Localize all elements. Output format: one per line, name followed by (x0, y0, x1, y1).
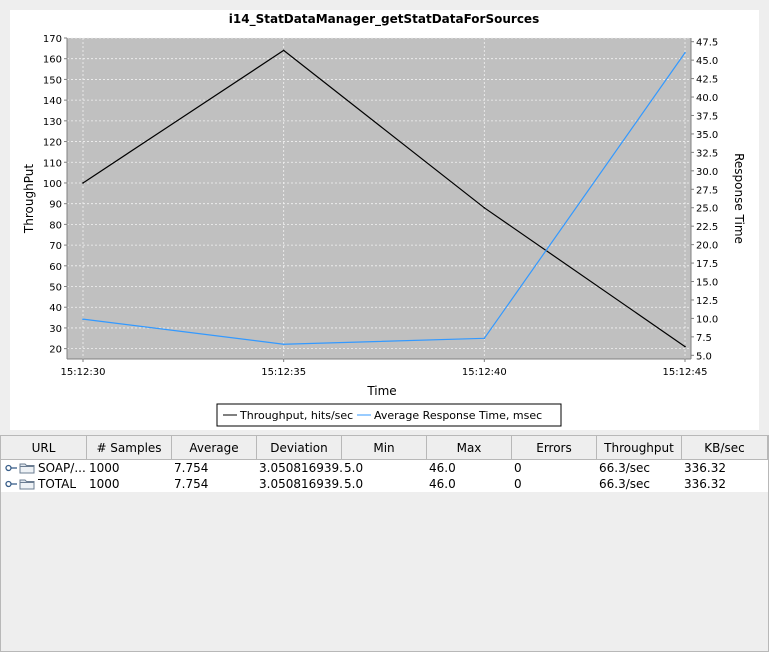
y-tick-label: 80 (49, 220, 62, 231)
table-empty-area (1, 492, 768, 651)
column-header-average[interactable]: Average (172, 436, 257, 460)
cell-errors: 0 (514, 477, 522, 491)
y-tick-label: 110 (43, 158, 62, 169)
table-body: SOAP/... 1000 7.754 3.050816939... 5.0 46.0 0 6… (1, 460, 768, 492)
line-chart: i14_StatDataManager_getStatDataForSource… (22, 12, 746, 427)
y2-tick-label: 35.0 (696, 130, 718, 141)
y2-tick-label: 27.5 (696, 185, 718, 196)
x-tick-label: 15:12:30 (61, 367, 106, 378)
column-header-deviation[interactable]: Deviation (257, 436, 342, 460)
y-axis-label: ThroughPut (22, 164, 36, 234)
y2-tick-label: 12.5 (696, 296, 718, 307)
y2-tick-label: 42.5 (696, 75, 718, 86)
x-tick-label: 15:12:40 (462, 367, 507, 378)
cell-max: 46.0 (429, 477, 456, 491)
series-2-point (282, 343, 285, 346)
cell-average: 7.754 (174, 477, 209, 491)
y-tick-label: 160 (43, 55, 62, 66)
series-2-point (82, 318, 84, 320)
y2-tick-label: 37.5 (696, 111, 718, 122)
series-1-point (684, 345, 686, 348)
y2-tick-label: 5.0 (696, 351, 712, 362)
y2-tick-label: 22.5 (696, 222, 718, 233)
x-axis-label: Time (366, 384, 396, 398)
y2-axis-label: Response Time (732, 153, 746, 244)
y-tick-label: 90 (49, 200, 62, 211)
cell-deviation: 3.050816939... (259, 477, 342, 491)
y2-tick-label: 7.5 (696, 333, 712, 344)
folder-icon (19, 479, 35, 490)
table-row[interactable]: SOAP/... 1000 7.754 3.050816939... 5.0 46.0 0 6… (1, 460, 768, 476)
cell-throughput: 66.3/sec (599, 477, 650, 491)
y2-tick-label: 47.5 (696, 38, 718, 49)
y2-tick-label: 15.0 (696, 278, 718, 289)
y2-tick-label: 20.0 (696, 241, 718, 252)
legend-label-1: Throughput, hits/sec (239, 409, 353, 422)
cell-samples: 1000 (89, 461, 120, 475)
tree-handle-icon[interactable] (5, 479, 19, 489)
y-tick-label: 150 (43, 75, 62, 86)
table-header: URL # Samples Average Deviation Min Max Errors… (1, 436, 768, 460)
y-tick-label: 20 (49, 345, 62, 356)
column-header-samples[interactable]: # Samples (87, 436, 172, 460)
y-tick-label: 70 (49, 241, 62, 252)
column-header-kb-sec[interactable]: KB/sec (682, 436, 768, 460)
x-tick-label: 15:12:35 (261, 367, 306, 378)
y-tick-label: 140 (43, 96, 62, 107)
cell-errors: 0 (514, 461, 522, 475)
results-table: URL # Samples Average Deviation Min Max Errors… (0, 435, 769, 652)
url-label: TOTAL (38, 477, 77, 491)
url-label: SOAP/... (38, 461, 86, 475)
chart-panel: i14_StatDataManager_getStatDataForSource… (10, 10, 759, 430)
y2-tick-label: 10.0 (696, 314, 718, 325)
y-tick-label: 50 (49, 283, 62, 294)
y2-tick-label: 25.0 (696, 204, 718, 215)
folder-icon (19, 463, 35, 474)
y-tick-label: 60 (49, 262, 62, 273)
url-cell: TOTAL (1, 476, 87, 492)
cell-throughput: 66.3/sec (599, 461, 650, 475)
series-1-point (483, 207, 486, 209)
url-cell: SOAP/... (1, 460, 87, 476)
cell-deviation: 3.050816939... (259, 461, 342, 475)
legend-label-2: Average Response Time, msec (374, 409, 542, 422)
cell-min: 5.0 (344, 477, 364, 491)
cell-kb-sec: 336.32 (684, 477, 726, 491)
y-tick-label: 40 (49, 303, 62, 314)
series-2-point (483, 337, 486, 340)
series-1-point (282, 49, 285, 52)
series-1-point (82, 182, 84, 184)
y-tick-label: 30 (49, 324, 62, 335)
y2-tick-label: 45.0 (696, 56, 718, 67)
column-header-errors[interactable]: Errors (512, 436, 597, 460)
series-2-point (684, 51, 686, 54)
y2-tick-label: 32.5 (696, 148, 718, 159)
plot-area (67, 38, 691, 359)
table-row[interactable]: TOTAL 1000 7.754 3.050816939... 5.0 46.0 0 66.3… (1, 476, 768, 492)
y-tick-label: 170 (43, 34, 62, 45)
column-header-url[interactable]: URL (1, 436, 87, 460)
x-tick-label: 15:12:45 (663, 367, 708, 378)
y2-tick-label: 30.0 (696, 167, 718, 178)
column-header-min[interactable]: Min (342, 436, 427, 460)
y2-tick-label: 40.0 (696, 93, 718, 104)
cell-samples: 1000 (89, 477, 120, 491)
column-header-max[interactable]: Max (427, 436, 512, 460)
cell-min: 5.0 (344, 461, 364, 475)
y-tick-label: 130 (43, 117, 62, 128)
y2-tick-label: 17.5 (696, 259, 718, 270)
y-tick-label: 120 (43, 138, 62, 149)
chart-title: i14_StatDataManager_getStatDataForSource… (229, 12, 539, 27)
tree-handle-icon[interactable] (5, 463, 19, 473)
column-header-throughput[interactable]: Throughput (597, 436, 682, 460)
cell-kb-sec: 336.32 (684, 461, 726, 475)
cell-max: 46.0 (429, 461, 456, 475)
y-tick-label: 100 (43, 179, 62, 190)
cell-average: 7.754 (174, 461, 209, 475)
